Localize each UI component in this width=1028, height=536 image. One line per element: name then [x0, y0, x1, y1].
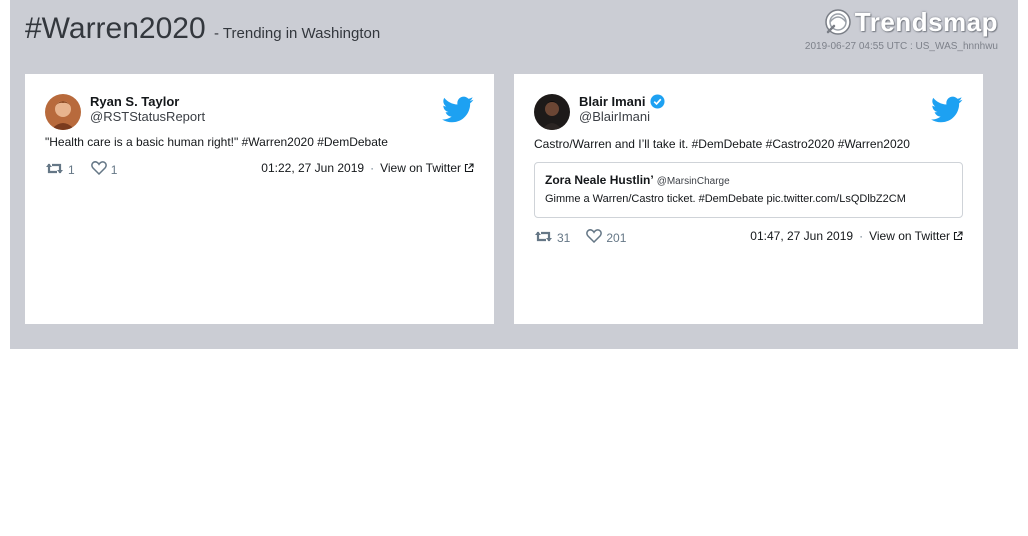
tweet-footer: 01:47, 27 Jun 2019 · View on Twitter	[750, 229, 963, 243]
heart-icon	[586, 229, 603, 243]
page-title: #Warren2020 - Trending in Washington	[25, 12, 380, 46]
retweet-icon	[46, 163, 63, 173]
tweet-actions: 31 201	[534, 229, 627, 245]
quoted-tweet-text: Gimme a Warren/Castro ticket. #DemDebate…	[545, 193, 906, 205]
timestamp-location: 2019-06-27 04:55 UTC : US_WAS_hnnhwu	[804, 41, 998, 52]
tweet-timestamp[interactable]: 01:47, 27 Jun 2019	[750, 229, 853, 243]
author-name[interactable]: Blair Imani	[579, 94, 665, 109]
avatar[interactable]	[534, 94, 570, 130]
author-handle[interactable]: @BlairImani	[579, 109, 650, 124]
view-on-twitter-label: View on Twitter	[380, 161, 461, 175]
retweet-count: 31	[557, 231, 571, 245]
like-button[interactable]: 201	[586, 229, 627, 245]
author-name[interactable]: Ryan S. Taylor	[90, 94, 179, 109]
logo-text: Trendsmap	[854, 6, 998, 37]
twitter-bird-icon[interactable]	[931, 96, 963, 124]
tweet-actions: 1 1	[45, 161, 118, 177]
retweet-count: 1	[68, 163, 75, 177]
view-on-twitter-link[interactable]: View on Twitter	[869, 229, 963, 243]
view-on-twitter-link[interactable]: View on Twitter	[380, 161, 474, 175]
separator: ·	[370, 161, 375, 175]
separator: ·	[859, 229, 864, 243]
twitter-bird-icon[interactable]	[442, 96, 474, 124]
quoted-author-name: Zora Neale Hustlin’	[545, 173, 654, 187]
trend-subtitle: - Trending in Washington	[214, 25, 381, 42]
trendsmap-logo[interactable]: Trendsmap	[824, 6, 998, 38]
author-handle[interactable]: @RSTStatusReport	[90, 109, 205, 124]
tweet-text: "Health care is a basic human right!" #W…	[45, 135, 388, 149]
retweet-icon	[535, 231, 552, 241]
like-count: 1	[110, 163, 118, 177]
tweet-footer: 01:22, 27 Jun 2019 · View on Twitter	[261, 161, 474, 175]
like-count: 201	[606, 231, 627, 245]
trendsmap-globe-icon	[825, 9, 851, 35]
tweet-text: Castro/Warren and I’ll take it. #DemDeba…	[534, 137, 910, 151]
tweet-card: Blair Imani @BlairImani Castro/Warren an…	[514, 74, 983, 324]
like-button[interactable]: 1	[90, 161, 118, 177]
retweet-button[interactable]: 31	[534, 229, 571, 245]
heart-icon	[90, 161, 107, 175]
tweet-card: Ryan S. Taylor @RSTStatusReport "Health …	[25, 74, 494, 324]
retweet-button[interactable]: 1	[45, 161, 75, 177]
external-link-icon	[464, 163, 474, 173]
verified-badge-icon	[650, 94, 665, 109]
quoted-author-handle: @MarsinCharge	[656, 176, 730, 187]
avatar[interactable]	[45, 94, 81, 130]
quoted-tweet[interactable]: Zora Neale Hustlin’ @MarsinCharge Gimme a…	[534, 162, 963, 218]
external-link-icon	[953, 231, 963, 241]
hashtag-title[interactable]: #Warren2020	[25, 12, 206, 45]
tweet-timestamp[interactable]: 01:22, 27 Jun 2019	[261, 161, 364, 175]
view-on-twitter-label: View on Twitter	[869, 229, 950, 243]
quoted-author: Zora Neale Hustlin’ @MarsinCharge	[545, 173, 730, 187]
